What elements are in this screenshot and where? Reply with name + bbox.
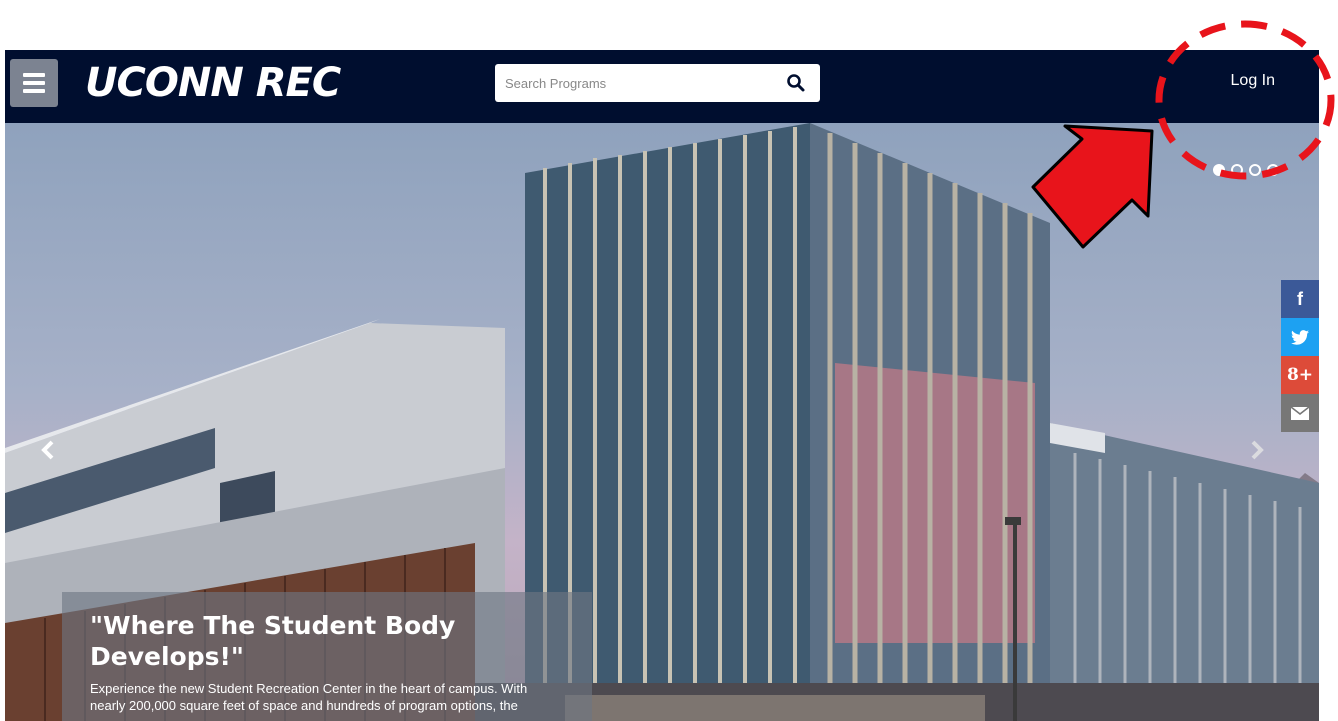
top-navbar: UCONN REC Log In [5, 50, 1319, 123]
page: UCONN REC Log In [0, 0, 1338, 721]
carousel-next-arrow-icon[interactable] [1247, 438, 1267, 462]
facebook-icon: f [1297, 288, 1303, 309]
hero-caption: "Where The Student Body Develops!" Exper… [62, 592, 592, 721]
google-plus-icon: 8+ [1286, 365, 1314, 385]
carousel-dot[interactable] [1267, 164, 1279, 176]
hamburger-line [23, 73, 45, 77]
facebook-share-button[interactable]: f [1281, 280, 1319, 318]
carousel-dot[interactable] [1213, 164, 1225, 176]
search-icon[interactable] [786, 73, 806, 93]
log-in-link[interactable]: Log In [1231, 72, 1275, 90]
search-input[interactable] [495, 64, 775, 102]
uconn-rec-logo[interactable]: UCONN REC [85, 58, 341, 108]
carousel-dot[interactable] [1231, 164, 1243, 176]
google-plus-share-button[interactable]: 8+ [1281, 356, 1319, 394]
carousel-prev-arrow-icon[interactable] [38, 438, 58, 462]
carousel-indicators [1213, 164, 1279, 176]
hamburger-menu-button[interactable] [10, 59, 58, 107]
search-box [495, 64, 820, 102]
social-share-bar: f 8+ [1281, 280, 1319, 432]
twitter-share-button[interactable] [1281, 318, 1319, 356]
carousel-dot[interactable] [1249, 164, 1261, 176]
email-share-button[interactable] [1281, 394, 1319, 432]
hero-carousel: f 8+ "Where The Student Body Develops!" … [5, 123, 1319, 721]
hamburger-line [23, 89, 45, 93]
hero-caption-title: "Where The Student Body Develops!" [90, 611, 456, 671]
email-icon [1291, 406, 1309, 420]
twitter-icon [1291, 329, 1309, 345]
hero-caption-text: Experience the new Student Recreation Ce… [90, 681, 528, 713]
hamburger-line [23, 81, 45, 85]
